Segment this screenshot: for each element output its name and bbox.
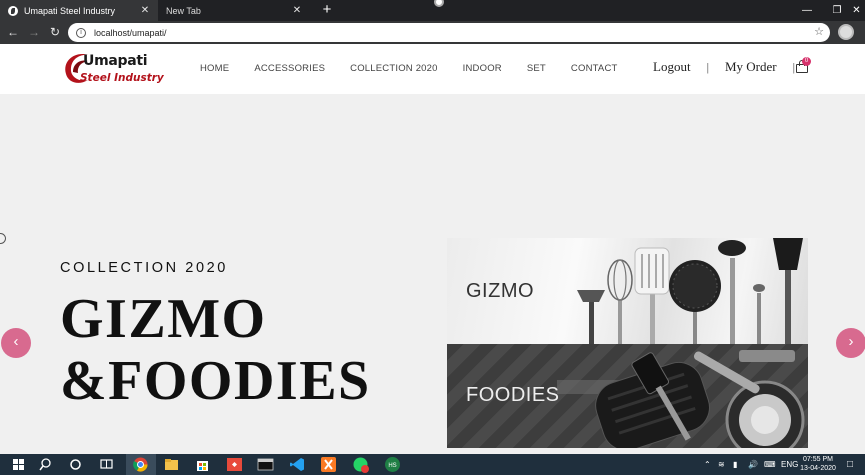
gizmo-banner[interactable]: GIZMO xyxy=(447,238,808,344)
clock-date: 13-04-2020 xyxy=(800,464,836,472)
task-view-icon[interactable] xyxy=(98,456,115,473)
forward-arrow-icon[interactable]: → xyxy=(25,23,43,41)
chrome-icon[interactable] xyxy=(132,456,149,473)
reload-icon[interactable]: ↻ xyxy=(46,23,64,41)
site-header: Umapati Steel Industry HOME ACCESSORIES … xyxy=(0,44,865,94)
hero-title: GIZMO &FOODIES xyxy=(60,288,371,412)
hero-title-line1: GIZMO xyxy=(60,288,267,350)
show-hidden-icons-icon[interactable]: ⌃ xyxy=(704,454,711,475)
close-tab-icon[interactable]: ✕ xyxy=(290,5,304,16)
windows-icon[interactable] xyxy=(10,456,27,473)
store-icon[interactable] xyxy=(194,456,211,473)
cortana-icon[interactable] xyxy=(67,456,84,473)
nav-indoor[interactable]: INDOOR xyxy=(463,63,502,74)
browser-toolbar: ← → ↻ i localhost/umapati/ ☆ xyxy=(0,21,865,44)
logo-text-primary: Umapati xyxy=(83,53,148,69)
terminal-icon[interactable] xyxy=(257,456,274,473)
separator: | xyxy=(706,59,709,74)
url-text: localhost/umapati/ xyxy=(94,27,167,38)
tab-umapati[interactable]: Umapati Steel Industry ✕ xyxy=(0,0,158,21)
whatsapp-icon[interactable] xyxy=(352,456,369,473)
cart-button[interactable]: 0 xyxy=(795,57,811,75)
nav-set[interactable]: SET xyxy=(527,63,546,74)
prev-slide-button[interactable]: ‹ xyxy=(1,328,31,358)
hero-slider: COLLECTION 2020 GIZMO &FOODIES ‹ › GIZMO… xyxy=(0,94,865,454)
close-tab-icon[interactable]: ✕ xyxy=(138,5,152,16)
svg-text:HS: HS xyxy=(388,463,396,469)
tab-title: Umapati Steel Industry xyxy=(24,5,116,16)
volume-icon[interactable]: 🔊 xyxy=(748,454,758,475)
nav-home[interactable]: HOME xyxy=(200,63,229,74)
info-icon[interactable]: i xyxy=(76,27,86,38)
address-bar[interactable]: i localhost/umapati/ ☆ xyxy=(68,23,830,42)
windows-taskbar: HS ⌃ ≋ ▮ 🔊 ⌨ ENG 07:55 PM 13-04-2020 □ xyxy=(0,454,865,475)
nav-contact[interactable]: CONTACT xyxy=(571,63,618,74)
logo-text-secondary: Steel Industry xyxy=(80,72,164,84)
umapati-logo[interactable]: Umapati Steel Industry xyxy=(60,50,170,88)
tab-title: New Tab xyxy=(166,5,201,16)
back-arrow-icon[interactable]: ← xyxy=(4,23,22,41)
system-clock[interactable]: 07:55 PM 13-04-2020 xyxy=(800,456,836,473)
nav-accessories[interactable]: ACCESSORIES xyxy=(254,63,325,74)
minimize-button[interactable]: — xyxy=(792,0,822,21)
vscode-icon[interactable] xyxy=(289,456,306,473)
main-navigation: HOME ACCESSORIES COLLECTION 2020 INDOOR … xyxy=(200,63,643,74)
language-indicator[interactable]: ENG xyxy=(781,454,798,475)
logout-link[interactable]: Logout xyxy=(653,59,691,75)
hero-subtitle: COLLECTION 2020 xyxy=(60,260,228,276)
cart-count-badge: 0 xyxy=(802,57,811,66)
browser-tab-strip: Umapati Steel Industry ✕ New Tab ✕ + — ❐… xyxy=(0,0,865,21)
search-icon[interactable] xyxy=(37,456,54,473)
gizmo-label: GIZMO xyxy=(466,280,535,302)
nav-collection-2020[interactable]: COLLECTION 2020 xyxy=(350,63,437,74)
hs-icon[interactable]: HS xyxy=(384,456,401,473)
notifications-icon[interactable]: □ xyxy=(847,454,853,475)
my-order-link[interactable]: My Order xyxy=(725,59,777,75)
globe-icon xyxy=(8,5,18,16)
bookmark-star-icon[interactable]: ☆ xyxy=(814,25,824,38)
profile-avatar[interactable] xyxy=(838,24,854,40)
battery-icon[interactable]: ▮ xyxy=(733,454,737,475)
tab-new-tab[interactable]: New Tab ✕ xyxy=(158,0,310,21)
xampp-icon[interactable] xyxy=(320,456,337,473)
camera-indicator-icon xyxy=(434,0,444,7)
foodies-label: FOODIES xyxy=(466,384,560,406)
scroll-indicator-icon xyxy=(0,233,6,244)
next-slide-button[interactable]: › xyxy=(836,328,865,358)
keyboard-icon[interactable]: ⌨ xyxy=(764,454,776,475)
account-links: Logout | My Order | xyxy=(653,59,811,75)
new-tab-button[interactable]: + xyxy=(318,1,336,19)
close-window-button[interactable]: ✕ xyxy=(848,0,865,21)
anydesk-icon[interactable] xyxy=(226,456,243,473)
hero-title-line2: &FOODIES xyxy=(60,350,371,412)
file-explorer-icon[interactable] xyxy=(163,456,180,473)
network-icon[interactable]: ≋ xyxy=(718,454,725,475)
foodies-banner[interactable]: FOODIES xyxy=(447,344,808,448)
clock-time: 07:55 PM xyxy=(803,456,833,463)
